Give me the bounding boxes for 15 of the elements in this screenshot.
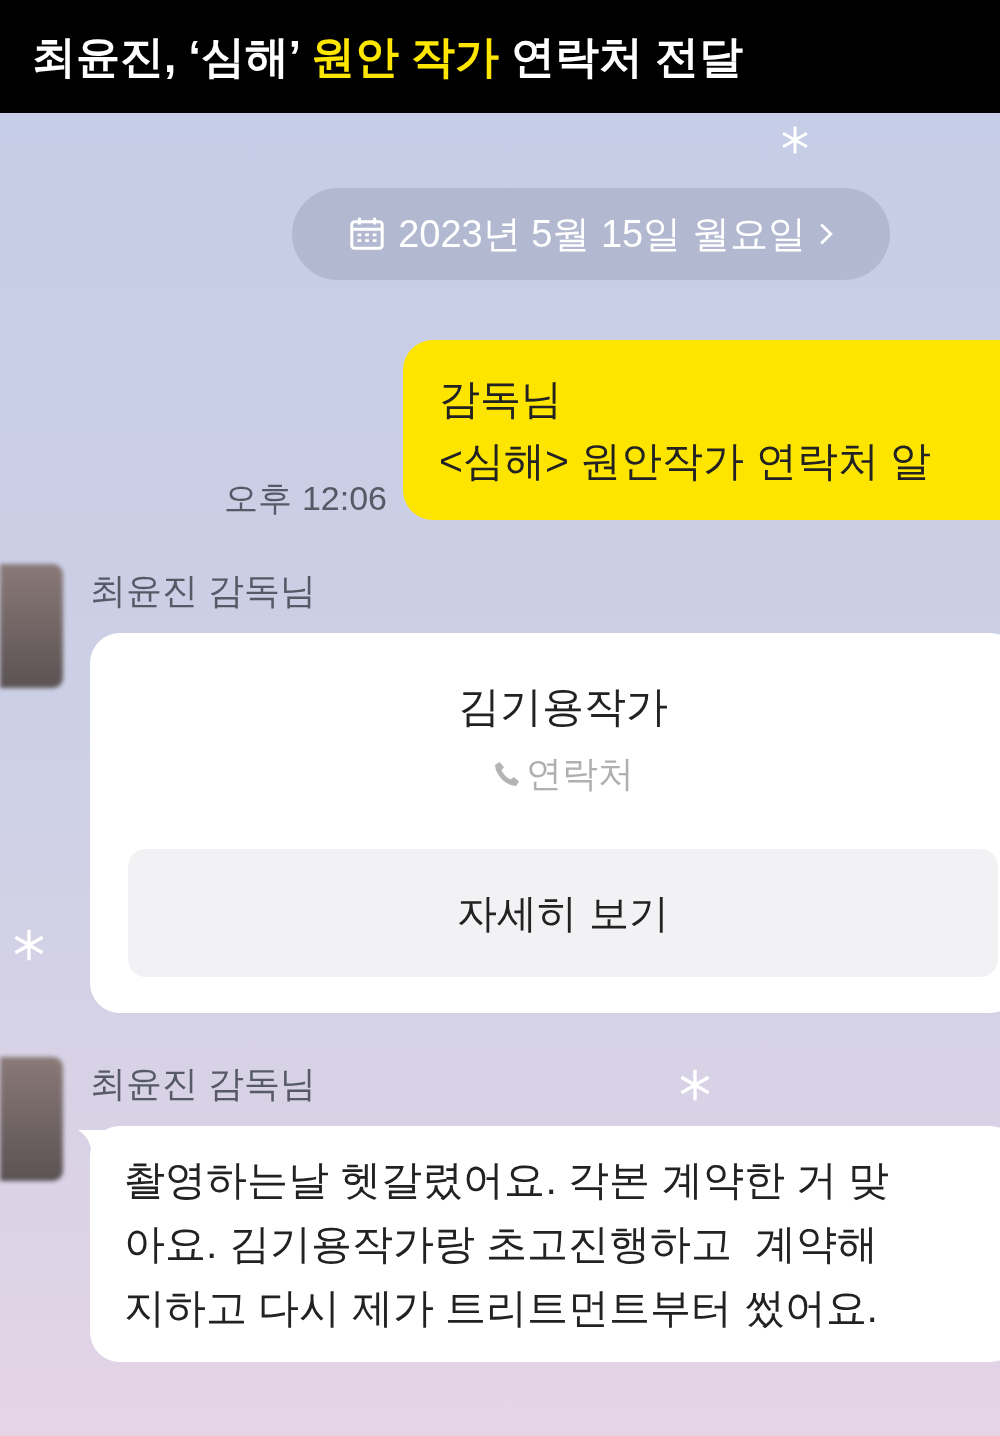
sender-name: 최윤진 감독님 [90,569,316,613]
snowflake-icon [678,1068,712,1102]
contact-label: 연락처 [526,752,634,796]
snowflake-icon [780,125,810,155]
chevron-right-icon [817,221,834,247]
message-bubble: 촬영하는날 헷갈렸어요. 각본 계약한 거 맞 아요. 김기용작가랑 초고진행하고 계약해 지하고 다시 제가 트리트먼트부터 썼어요. [90,1126,1000,1362]
message-bubble: 감독님 <심해> 원안작가 연락처 알 [403,340,1000,520]
sender-name: 최윤진 감독님 [90,1062,316,1106]
contact-name: 김기용작가 [458,682,668,732]
snowflake-icon [12,928,46,962]
view-details-button[interactable]: 자세히 보기 [128,849,998,977]
message-time: 오후 12:06 [224,478,387,519]
calendar-icon [348,215,387,253]
headline: 최윤진, ‘심해’ 원안 작가 연락처 전달 [32,30,744,83]
phone-icon [492,759,522,789]
